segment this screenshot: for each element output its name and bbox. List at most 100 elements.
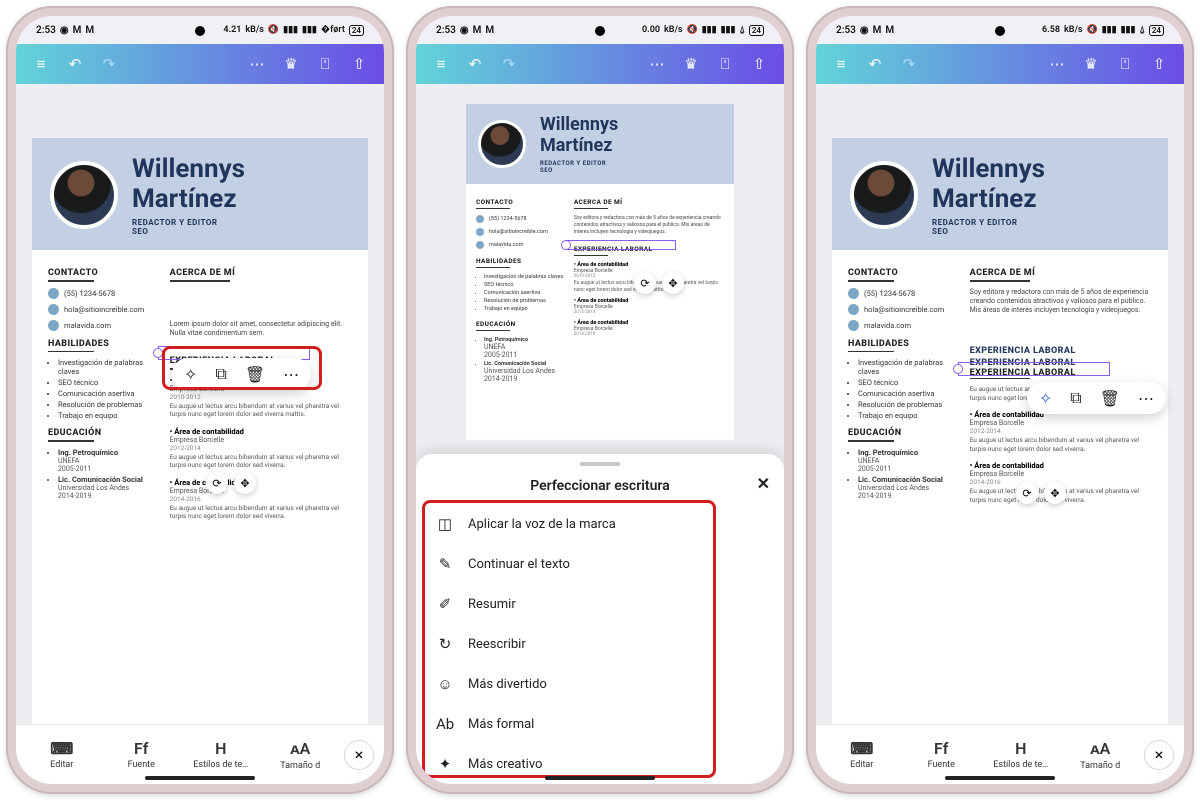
crown-icon[interactable]: ♛ (678, 51, 704, 77)
transform-handles[interactable]: ⟳ ✥ (634, 272, 684, 294)
move-icon[interactable]: ✥ (1044, 482, 1066, 504)
editor-canvas[interactable]: Willennys Martínez REDACTOR Y EDITOR SEO… (416, 84, 784, 784)
share-icon[interactable]: ⇧ (746, 51, 772, 77)
gesture-bar (145, 776, 255, 780)
resume-header: Willennys Martínez REDACTOR Y EDITOR SEO (466, 104, 734, 184)
redo-icon[interactable]: ↷ (496, 51, 522, 77)
move-icon[interactable]: ✥ (234, 472, 256, 494)
role-line: REDACTOR Y EDITOR (132, 218, 245, 227)
highlight-annotation (422, 500, 716, 778)
net-speed: 6.58 (1042, 25, 1060, 35)
mail-icon (48, 304, 59, 315)
resume-header: Willennys Martínez REDACTOR Y EDITOR SEO (32, 138, 368, 250)
mail-icon: M (473, 25, 482, 36)
trash-icon[interactable]: 🗑 (1100, 389, 1120, 408)
text-size-button[interactable]: ᴀATamaño d (261, 739, 341, 771)
close-toolbar-button[interactable]: × (1144, 740, 1174, 770)
left-column: CONTACTO (55) 1234-5678 hola@sitioincrei… (466, 184, 568, 391)
contact-row: malavida.com (48, 320, 160, 331)
close-icon[interactable]: ✕ (757, 474, 770, 493)
edit-button[interactable]: ⌨Editar (822, 739, 902, 770)
text-style-button[interactable]: HEstilos de te… (981, 739, 1061, 770)
more-horizontal-icon[interactable]: ⋯ (244, 51, 270, 77)
redo-icon[interactable]: ↷ (896, 51, 922, 77)
sync-icon[interactable]: ⟳ (634, 272, 656, 294)
hamburger-icon[interactable]: ≡ (28, 51, 54, 77)
share-icon[interactable]: ⇧ (1146, 51, 1172, 77)
signal-icon: ▮▮▮ (1102, 25, 1117, 35)
bottom-toolbar: ⌨Editar FfFuente HEstilos de te… ᴀATamañ… (816, 724, 1184, 784)
signal-icon: ▮▮▮ (721, 25, 736, 35)
hamburger-icon[interactable]: ≡ (428, 51, 454, 77)
globe-icon (848, 320, 859, 331)
section-heading: CONTACTO (48, 268, 160, 278)
close-toolbar-button[interactable]: × (344, 740, 374, 770)
mail-icon (848, 304, 859, 315)
signal-icon: ▮▮▮ (1121, 25, 1136, 35)
truck-icon[interactable]: ⍞ (712, 51, 738, 77)
bottom-toolbar: ⌨Editar FfFuente HEstilos de te… ᴀATamañ… (16, 724, 384, 784)
role-line: REDACTOR Y EDITOR (932, 218, 1045, 227)
undo-icon[interactable]: ↶ (62, 51, 88, 77)
resume-document[interactable]: Willennys Martínez REDACTOR Y EDITOR SEO… (832, 138, 1168, 724)
undo-icon[interactable]: ↶ (462, 51, 488, 77)
floating-toolbar: ✧ ⧉ 🗑 ⋯ (1027, 382, 1166, 414)
text-style-icon: H (1015, 739, 1026, 758)
editor-canvas[interactable]: Willennys Martínez REDACTOR Y EDITOR SEO… (816, 84, 1184, 724)
mute-icon: 🔇 (687, 25, 698, 35)
signal-icon: ▮▮▮ (283, 25, 298, 35)
clock: 2:53 (436, 25, 456, 36)
app-topbar: ≡ ↶ ↷ ⋯ ♛ ⍞ ⇧ (16, 44, 384, 84)
resume-document[interactable]: Willennys Martínez REDACTOR Y EDITOR SEO… (32, 138, 368, 724)
magic-wand-icon[interactable]: ✧ (1039, 389, 1052, 408)
battery-icon: 24 (749, 25, 764, 36)
crown-icon[interactable]: ♛ (1078, 51, 1104, 77)
section-heading: ACERCA DE MÍ (170, 268, 354, 278)
about-text: Lorem ipsum dolor sit amet, consectetur … (170, 320, 354, 339)
undo-icon[interactable]: ↶ (862, 51, 888, 77)
first-name: Willennys (132, 154, 245, 184)
signal-icon: ▮▮▮ (302, 25, 317, 35)
phone-2: 2:53◉MM 0.00kB/s🔇▮▮▮▮▮▮⍙24 ≡ ↶ ↷ ⋯ ♛ ⍞ ⇧… (406, 6, 794, 794)
share-icon[interactable]: ⇧ (346, 51, 372, 77)
truck-icon[interactable]: ⍞ (1112, 51, 1138, 77)
text-style-button[interactable]: HEstilos de te… (181, 739, 261, 770)
clock: 2:53 (836, 25, 856, 36)
left-column: CONTACTO (55) 1234-5678 hola@sitioincrei… (832, 250, 960, 524)
net-speed: 0.00 (642, 25, 660, 35)
mute-icon: 🔇 (268, 25, 279, 35)
font-button[interactable]: FfFuente (102, 739, 182, 770)
redo-icon[interactable]: ↷ (96, 51, 122, 77)
transform-handles[interactable]: ⟳ ✥ (1016, 482, 1066, 504)
last-name: Martínez (132, 184, 245, 214)
more-horizontal-icon[interactable]: ⋯ (1044, 51, 1070, 77)
selection-box[interactable] (958, 362, 1110, 376)
sheet-title: Perfeccionar escritura (530, 478, 670, 494)
whatsapp-icon: ◉ (460, 25, 469, 36)
more-horizontal-icon[interactable]: ⋯ (1138, 389, 1154, 408)
font-icon: Ff (934, 739, 948, 758)
more-horizontal-icon[interactable]: ⋯ (644, 51, 670, 77)
job-entry: • Área de contabilidadEmpresa Borcelle20… (170, 427, 354, 470)
duplicate-icon[interactable]: ⧉ (1070, 388, 1081, 408)
truck-icon[interactable]: ⍞ (312, 51, 338, 77)
sync-icon[interactable]: ⟳ (206, 472, 228, 494)
crown-icon[interactable]: ♛ (278, 51, 304, 77)
text-size-button[interactable]: ᴀATamaño d (1061, 739, 1141, 771)
transform-handles[interactable]: ⟳ ✥ (206, 472, 256, 494)
resume-document[interactable]: Willennys Martínez REDACTOR Y EDITOR SEO… (466, 104, 734, 440)
sync-icon[interactable]: ⟳ (1016, 482, 1038, 504)
camera-dot (995, 26, 1005, 36)
drag-handle[interactable] (580, 462, 620, 466)
section-heading: HABILIDADES (48, 339, 160, 349)
about-text: Soy editora y redactora con más de 5 año… (970, 288, 1154, 316)
selection-box[interactable] (566, 240, 676, 250)
font-button[interactable]: FfFuente (902, 739, 982, 770)
editor-canvas[interactable]: Willennys Martínez REDACTOR Y EDITOR SEO… (16, 84, 384, 724)
edit-button[interactable]: ⌨Editar (22, 739, 102, 770)
skills-list: Investigación de palabras clavesSEO técn… (48, 358, 160, 420)
hamburger-icon[interactable]: ≡ (828, 51, 854, 77)
right-column: ACERCA DE MÍ Lorem ipsum dolor sit amet,… (160, 250, 368, 541)
last-name: Martínez (540, 135, 618, 156)
move-icon[interactable]: ✥ (662, 272, 684, 294)
